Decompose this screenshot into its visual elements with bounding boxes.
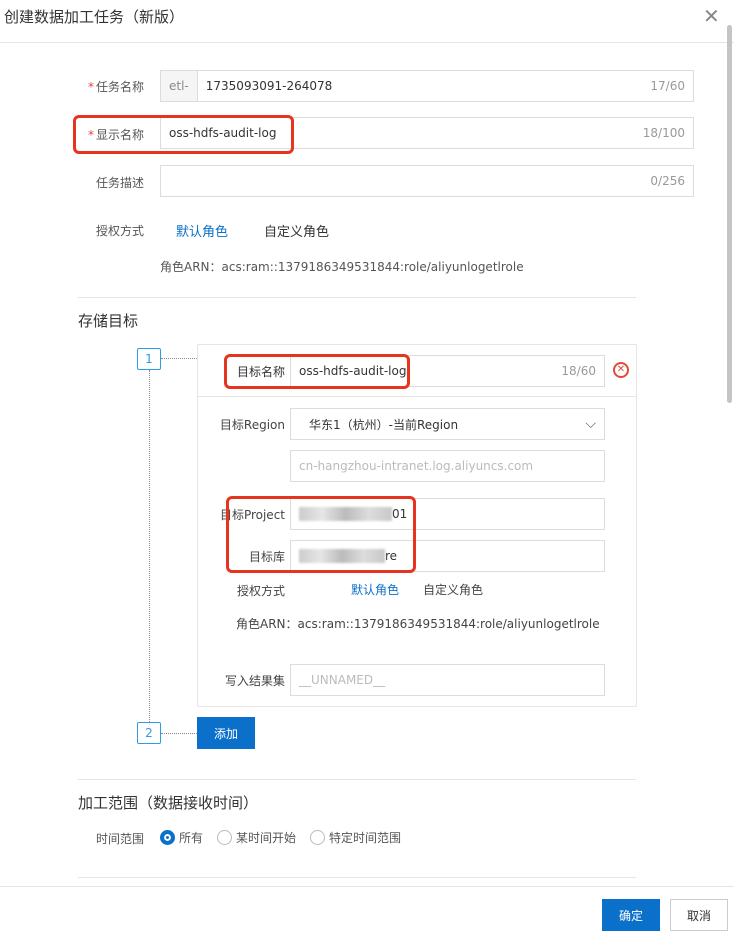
header-divider [0,42,734,43]
time-range-radio-group: 所有 某时间开始 特定时间范围 [160,829,401,846]
radio-all[interactable]: 所有 [160,829,203,846]
confirm-button[interactable]: 确定 [602,899,660,931]
task-name-count: 17/60 [650,79,685,93]
scrollbar[interactable] [727,25,732,403]
radio-specific-range[interactable]: 特定时间范围 [310,829,401,846]
step-2[interactable]: 2 [137,722,161,744]
radio-from-time[interactable]: 某时间开始 [217,829,296,846]
task-desc-input[interactable]: 0/256 [160,165,694,197]
step-connector [161,358,197,359]
result-set-input[interactable]: __UNNAMED__ [290,664,605,696]
endpoint-value: cn-hangzhou-intranet.log.aliyuncs.com [299,459,534,473]
time-range-label: 时间范围 [95,832,144,846]
target-default-role-option[interactable]: 默认角色 [351,581,399,598]
radio-icon [160,830,175,845]
task-name-value: 1735093091-264078 [205,79,333,93]
radio-label: 所有 [179,831,204,845]
target-region-label: 目标Region [219,418,285,432]
arn-label: 角色ARN： [236,617,298,631]
task-desc-count: 0/256 [650,174,685,188]
target-region-value: 华东1（杭州）-当前Region [309,417,459,432]
role-arn: 角色ARN：acs:ram::1379186349531844:role/ali… [160,260,524,274]
step-connector [161,733,197,734]
card-divider [198,396,636,397]
radio-label: 某时间开始 [236,831,297,845]
divider [78,877,636,878]
chevron-down-icon: ⌵ [585,416,596,432]
step-connector [149,370,150,722]
task-name-prefix: etl- [161,71,198,101]
highlight-box [73,115,294,154]
close-icon[interactable]: ✕ [703,4,720,28]
remove-target-icon[interactable]: ✕ [613,362,629,378]
radio-icon [310,830,326,845]
dialog-title: 创建数据加工任务（新版） [4,8,185,26]
target-region-select[interactable]: 华东1（杭州）-当前Region ⌵ [290,408,605,440]
target-custom-role-option[interactable]: 自定义角色 [423,581,483,598]
highlight-box [226,496,416,573]
default-role-option[interactable]: 默认角色 [176,221,228,240]
divider [78,779,636,780]
storage-title: 存储目标 [78,312,139,330]
custom-role-option[interactable]: 自定义角色 [264,221,329,240]
auth-label: 授权方式 [95,224,144,238]
radio-icon [217,830,233,845]
divider [78,297,636,298]
task-desc-label: 任务描述 [95,176,144,190]
radio-label: 特定时间范围 [329,831,402,845]
step-1[interactable]: 1 [137,348,161,370]
target-auth-label: 授权方式 [236,584,285,598]
display-name-count: 18/100 [642,126,685,140]
result-set-placeholder: __UNNAMED__ [299,673,386,687]
target-role-arn: 角色ARN：acs:ram::1379186349531844:role/ali… [236,615,600,632]
highlight-box [224,354,410,389]
task-name-label: * 任务名称 [87,80,144,94]
endpoint-input[interactable]: cn-hangzhou-intranet.log.aliyuncs.com [290,450,605,482]
arn-value: acs:ram::1379186349531844:role/aliyunlog… [297,617,600,631]
add-target-button[interactable]: 添加 [197,717,255,749]
footer-divider [0,886,734,887]
result-set-label: 写入结果集 [224,674,285,688]
task-name-input[interactable]: etl- 1735093091-264078 17/60 [160,70,694,102]
range-title: 加工范围（数据接收时间） [78,794,259,812]
cancel-button[interactable]: 取消 [670,899,728,931]
target-name-count: 18/60 [561,364,596,378]
